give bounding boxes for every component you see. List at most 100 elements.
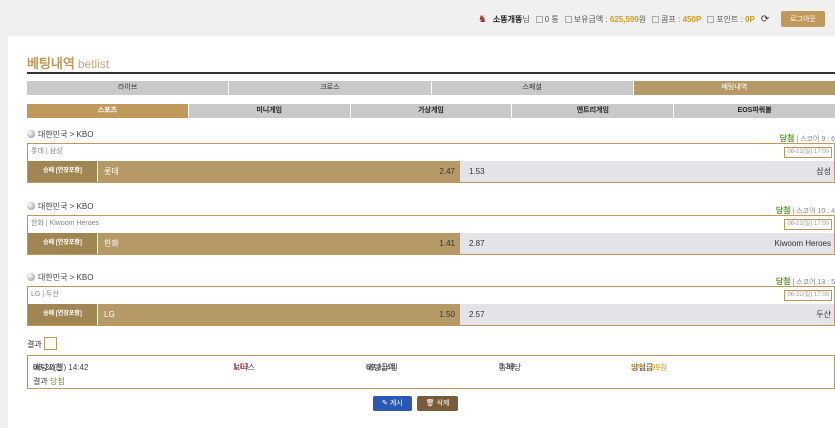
tab-cross[interactable]: 크로스 xyxy=(229,81,431,95)
tab-live[interactable]: 라이브 xyxy=(27,81,229,95)
score: | 스코어 9 : 6 xyxy=(796,136,835,143)
main-content: 베팅내역 betlist 라이브 크로스 스페셜 배팅내역 스포츠 미니게임 가상… xyxy=(8,36,835,428)
username: 소똥개똥 xyxy=(492,14,523,24)
score: | 스코어 10 : 4 xyxy=(792,208,835,215)
home-team: 롯데 xyxy=(104,167,119,176)
bet-match: 대한민국 > KBO 당첨 | 스코어 9 : 6 롯데 | 삼성 06-22(… xyxy=(27,127,835,183)
level-badge-icon: ♞ xyxy=(477,13,487,25)
away-team: Kiwoom Heroes xyxy=(774,239,831,248)
match-box: LG | 두산 06-22(일) 17:00 승패 [연장포함] LG 1.50 … xyxy=(27,286,835,326)
home-odds: 2.47 xyxy=(439,167,455,176)
top-bar: ♞ 소똥개똥님 0 통 보유금액 : 625,599원 콤프 : 450P 포인… xyxy=(0,0,835,36)
tab-sports[interactable]: 스포츠 xyxy=(27,104,188,118)
away-pick: 2.57 두산 xyxy=(460,304,834,325)
away-pick: 2.87 Kiwoom Heroes xyxy=(460,233,834,254)
logout-button[interactable]: 로그아웃 xyxy=(781,11,825,27)
result-label: 결과 xyxy=(27,340,42,349)
away-team: 두산 xyxy=(816,310,831,319)
page-subtitle: betlist xyxy=(77,57,110,71)
tab-special[interactable]: 스페셜 xyxy=(431,81,633,95)
title-divider xyxy=(27,72,835,74)
bet-amount-value: 69,814원 xyxy=(366,363,398,372)
user-info: ♞ 소똥개똥님 0 통 보유금액 : 625,599원 콤프 : 450P 포인… xyxy=(478,11,825,27)
pencil-icon: ✎ xyxy=(382,400,388,407)
comp-label: 콤프 : xyxy=(661,14,681,24)
refresh-icon[interactable]: ⟳ xyxy=(761,14,769,25)
summary-result-value: 당첨 xyxy=(49,377,65,386)
match-header: 대한민국 > KBO 당첨 | 스코어 13 : 5 xyxy=(27,270,835,286)
username-area: 소똥개똥님 xyxy=(493,14,530,25)
tab-virtual-game[interactable]: 가상게임 xyxy=(350,104,512,118)
result-status: 당첨 xyxy=(779,134,795,143)
point-unit: P xyxy=(749,14,755,24)
odds-row: 승패 [연장포함] 한화 1.41 2.87 Kiwoom Heroes xyxy=(28,233,834,254)
odds-row: 승패 [연장포함] LG 1.50 2.57 두산 xyxy=(28,304,834,325)
match-box: 한화 | Kiwoom Heroes 06-22(일) 17:00 승패 [연장… xyxy=(27,215,835,255)
match-header: 대한민국 > KBO 당첨 | 스코어 9 : 6 xyxy=(27,127,835,143)
match-header: 대한민국 > KBO 당첨 | 스코어 10 : 4 xyxy=(27,199,835,215)
match-date: 06-22(일) 17:00 xyxy=(784,219,832,230)
category-tabs: 라이브 크로스 스페셜 배팅내역 xyxy=(27,81,835,95)
messages[interactable]: 0 통 xyxy=(535,14,559,25)
match-teams: 한화 | Kiwoom Heroes xyxy=(31,220,99,227)
bet-match: 대한민국 > KBO 당첨 | 스코어 10 : 4 한화 | Kiwoom H… xyxy=(27,199,835,255)
bet-time-value: 06-22(일) 14:42 xyxy=(33,363,89,372)
baseball-icon xyxy=(27,202,35,210)
username-suffix: 님 xyxy=(522,14,530,24)
result-checkbox-row: 결과 xyxy=(27,337,57,350)
mail-icon xyxy=(535,15,543,23)
tab-minigame[interactable]: 미니게임 xyxy=(188,104,350,118)
tab-entry-game[interactable]: 엔트리게임 xyxy=(512,104,674,118)
result-status: 당첨 xyxy=(775,206,791,215)
tab-bet-history[interactable]: 배팅내역 xyxy=(633,81,835,95)
league: 대한민국 > KBO xyxy=(27,272,93,283)
match-teams: 롯데 | 삼성 xyxy=(31,148,63,155)
home-pick: LG 1.50 xyxy=(98,304,460,325)
total-odds-value: 5.38 xyxy=(499,362,515,371)
balance-unit: 원 xyxy=(638,14,647,24)
tab-eos-powerball[interactable]: EOS파워볼 xyxy=(674,104,835,118)
league-name: 대한민국 > KBO xyxy=(38,130,94,139)
match-teams: LG | 두산 xyxy=(31,291,59,298)
away-odds: 2.87 xyxy=(469,239,485,248)
delete-button-label: 삭제 xyxy=(436,400,450,407)
baseball-icon xyxy=(27,273,35,281)
comp-unit: P xyxy=(695,14,702,24)
odds-row: 승패 [연장포함] 롯데 2.47 1.53 삼성 xyxy=(28,161,834,182)
result-checkbox[interactable] xyxy=(43,337,57,350)
point-icon xyxy=(707,15,715,23)
home-odds: 1.50 xyxy=(439,310,455,319)
bonus-value: 1.03 xyxy=(233,362,249,371)
win-amount-value: 375,599원 xyxy=(631,363,668,372)
score: | 스코어 13 : 5 xyxy=(792,279,835,286)
home-pick: 롯데 2.47 xyxy=(98,161,460,182)
bet-type: 승패 [연장포함] xyxy=(28,233,98,254)
league-name: 대한민국 > KBO xyxy=(38,202,94,211)
comp: 콤프 : 450P xyxy=(652,14,701,25)
point: 포인트 : 0P xyxy=(707,14,755,25)
league-name: 대한민국 > KBO xyxy=(38,273,94,282)
action-buttons: ✎ 게시 🗑 삭제 xyxy=(373,396,459,411)
away-pick: 1.53 삼성 xyxy=(460,161,834,182)
post-button[interactable]: ✎ 게시 xyxy=(373,396,412,411)
summary-result-label: 결과 xyxy=(33,377,48,386)
trash-icon: 🗑 xyxy=(425,400,435,407)
away-odds: 2.57 xyxy=(469,310,485,319)
home-team: LG xyxy=(104,310,115,319)
match-box: 롯데 | 삼성 06-22(일) 17:00 승패 [연장포함] 롯데 2.47 … xyxy=(27,143,835,183)
page-title: 베팅내역 betlist xyxy=(27,53,109,72)
point-label: 포인트 : xyxy=(716,14,743,24)
home-odds: 1.41 xyxy=(439,239,455,248)
bet-match: 대한민국 > KBO 당첨 | 스코어 13 : 5 LG | 두산 06-22… xyxy=(27,270,835,326)
away-odds: 1.53 xyxy=(469,167,485,176)
summary-result: 결과 당첨 xyxy=(33,376,65,387)
match-date: 06-22(일) 17:00 xyxy=(784,147,832,158)
away-team: 삼성 xyxy=(816,167,831,176)
league: 대한민국 > KBO xyxy=(27,129,93,140)
balance: 보유금액 : 625,599원 xyxy=(564,14,647,25)
delete-button[interactable]: 🗑 삭제 xyxy=(416,396,459,411)
bet-type: 승패 [연장포함] xyxy=(28,161,98,182)
post-button-label: 게시 xyxy=(389,400,403,407)
home-team: 한화 xyxy=(104,239,119,248)
comp-value: 450 xyxy=(682,14,696,24)
